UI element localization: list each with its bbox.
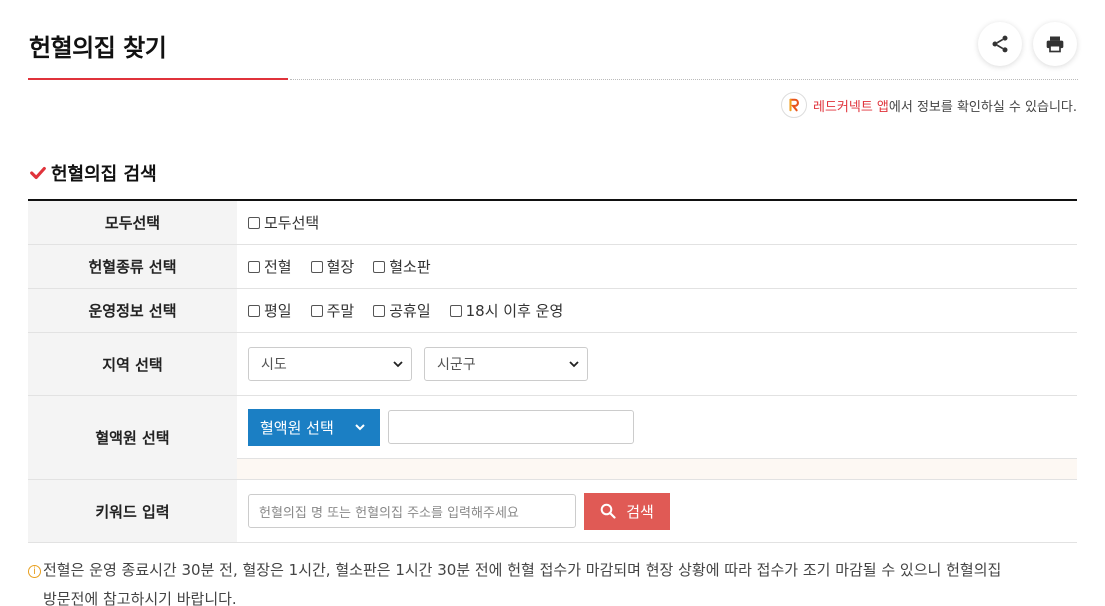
red-connect-logo-icon	[780, 92, 807, 118]
print-button[interactable]	[1033, 22, 1077, 66]
blood-center-dropdown-button[interactable]: 혈액원 선택	[248, 408, 380, 446]
checkbox-weekday[interactable]: 평일	[248, 300, 292, 321]
share-button[interactable]	[978, 22, 1022, 66]
region-row: 지역 선택 시도 시군구	[28, 333, 1077, 396]
chevron-down-icon	[393, 361, 403, 368]
keyword-row: 키워드 입력 헌혈의집 명 또는 헌혈의집 주소를 입력해주세요 검색	[28, 480, 1077, 543]
checkbox-after-18[interactable]: 18시 이후 운영	[449, 300, 563, 321]
chevron-down-icon	[355, 424, 365, 431]
select-all-row: 모두선택 모두선택	[28, 201, 1077, 245]
checkbox-whole-blood[interactable]: 전혈	[248, 256, 292, 277]
checkbox-platelet[interactable]: 혈소판	[373, 256, 431, 277]
blood-center-list-area	[237, 459, 1077, 479]
search-icon	[600, 503, 616, 519]
donation-type-row: 헌혈종류 선택 전혈 혈장 혈소판	[28, 245, 1077, 289]
row-label: 지역 선택	[28, 333, 237, 395]
title-underline	[28, 78, 288, 80]
title-divider	[290, 79, 1078, 80]
row-label: 혈액원 선택	[28, 396, 237, 479]
notice-line-2: 방문전에 참고하시기 바랍니다.	[43, 590, 237, 606]
sigungu-select[interactable]: 시군구	[424, 347, 588, 381]
row-label: 모두선택	[28, 201, 237, 244]
keyword-input[interactable]: 헌혈의집 명 또는 헌혈의집 주소를 입력해주세요	[248, 494, 576, 528]
chevron-down-icon	[569, 361, 579, 368]
print-icon	[1046, 36, 1064, 53]
app-note-text: 에서 정보를 확인하실 수 있습니다.	[888, 99, 1077, 115]
checkbox-plasma[interactable]: 혈장	[310, 256, 354, 277]
search-button[interactable]: 검색	[584, 492, 670, 530]
notice: i 전혈은 운영 종료시간 30분 전, 혈장은 1시간, 혈소판은 1시간 30…	[28, 556, 1088, 606]
check-icon	[30, 166, 46, 180]
operation-info-row: 운영정보 선택 평일 주말 공휴일 18시 이후 운영	[28, 289, 1077, 333]
section-title: 헌혈의집 검색	[29, 160, 157, 186]
app-link[interactable]: 레드커넥트 앱	[813, 96, 889, 115]
blood-center-row: 혈액원 선택 혈액원 선택	[28, 396, 1077, 480]
checkbox-holiday[interactable]: 공휴일	[373, 300, 431, 321]
row-label: 키워드 입력	[28, 480, 237, 542]
info-icon: i	[28, 565, 41, 578]
row-label: 헌혈종류 선택	[28, 245, 237, 288]
search-form: 모두선택 모두선택 헌혈종류 선택 전혈 혈장 혈소판 운영정보 선택 평일 주…	[28, 199, 1077, 543]
sido-select[interactable]: 시도	[248, 347, 412, 381]
section-title-text: 헌혈의집 검색	[51, 164, 157, 185]
select-all-checkbox[interactable]: 모두선택	[248, 212, 319, 233]
row-label: 운영정보 선택	[28, 289, 237, 332]
blood-center-input[interactable]	[388, 410, 634, 444]
page-title: 헌혈의집 찾기	[29, 34, 167, 62]
app-note: 레드커넥트 앱 에서 정보를 확인하실 수 있습니다.	[780, 92, 1077, 118]
share-icon	[992, 35, 1008, 53]
notice-line-1: 전혈은 운영 종료시간 30분 전, 혈장은 1시간, 혈소판은 1시간 30분…	[43, 561, 1002, 579]
checkbox-weekend[interactable]: 주말	[310, 300, 354, 321]
